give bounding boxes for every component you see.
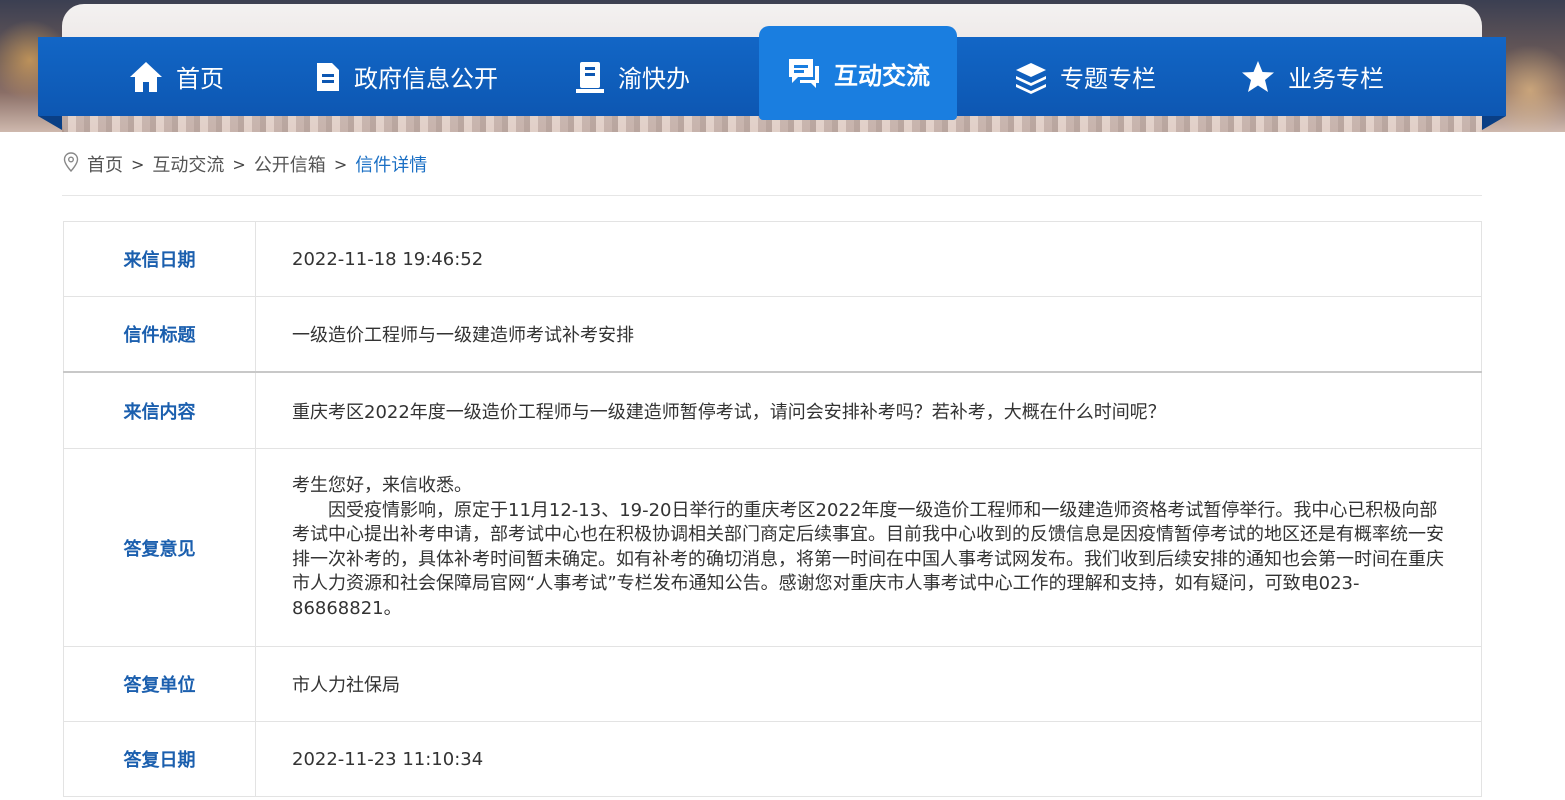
letter-title-label: 信件标题 <box>63 296 256 373</box>
letter-date-value: 2022-11-18 19:46:52 <box>255 221 1482 297</box>
table-row: 答复日期 2022-11-23 11:10:34 <box>63 721 1482 797</box>
table-row: 来信内容 重庆考区2022年度一级造价工程师与一级建造师暂停考试，请问会安排补考… <box>63 371 1482 449</box>
nav-item-yukuaiban[interactable]: 渝快办 <box>574 37 690 116</box>
nav-fold-right <box>1482 116 1506 130</box>
breadcrumb-home[interactable]: 首页 <box>87 151 123 177</box>
nav-label: 渝快办 <box>618 65 690 93</box>
reply-body: 因受疫情影响，原定于11月12-13、19-20日举行的重庆考区2022年度一级… <box>292 499 1444 619</box>
nav-label: 首页 <box>176 65 224 93</box>
reply-unit-label: 答复单位 <box>63 646 256 722</box>
reply-greeting: 考生您好，来信收悉。 <box>292 475 472 496</box>
breadcrumb-separator: > <box>232 154 246 174</box>
layers-icon <box>1014 60 1048 94</box>
nav-label: 业务专栏 <box>1288 65 1384 93</box>
letter-detail-table: 来信日期 2022-11-18 19:46:52 信件标题 一级造价工程师与一级… <box>63 221 1482 797</box>
nav-fold-left <box>38 116 62 130</box>
nav-item-home[interactable]: 首页 <box>128 37 224 116</box>
home-icon <box>128 59 164 95</box>
table-row: 答复意见 考生您好，来信收悉。 因受疫情影响，原定于11月12-13、19-20… <box>63 448 1482 647</box>
reply-date-value: 2022-11-23 11:10:34 <box>255 721 1482 797</box>
reply-label: 答复意见 <box>63 448 256 647</box>
divider <box>62 195 1482 196</box>
letter-date-label: 来信日期 <box>63 221 256 297</box>
breadcrumb-public-mailbox[interactable]: 公开信箱 <box>254 151 326 177</box>
nav-label: 互动交流 <box>834 61 930 90</box>
table-row: 来信日期 2022-11-18 19:46:52 <box>63 221 1482 297</box>
letter-title-value: 一级造价工程师与一级建造师考试补考安排 <box>255 296 1482 373</box>
letter-content-label: 来信内容 <box>63 371 256 449</box>
breadcrumb-separator: > <box>333 154 348 174</box>
breadcrumb-separator: > <box>131 154 145 174</box>
reply-unit-value: 市人力社保局 <box>255 646 1482 722</box>
document-icon <box>314 61 342 93</box>
nav-item-gov-info[interactable]: 政府信息公开 <box>314 37 498 116</box>
main-nav: 首页 政府信息公开 渝快办 互动交流 专题专栏 业务专栏 <box>38 26 1506 120</box>
breadcrumb-interaction[interactable]: 互动交流 <box>152 151 224 177</box>
nav-item-business[interactable]: 业务专栏 <box>1240 37 1384 116</box>
nav-label: 政府信息公开 <box>354 65 498 93</box>
book-icon <box>574 60 606 94</box>
nav-item-interaction[interactable]: 互动交流 <box>759 26 957 120</box>
table-row: 信件标题 一级造价工程师与一级建造师考试补考安排 <box>63 296 1482 373</box>
reply-date-label: 答复日期 <box>63 721 256 797</box>
nav-label: 专题专栏 <box>1060 65 1156 93</box>
breadcrumb: 首页 > 互动交流 > 公开信箱 > 信件详情 <box>63 150 427 178</box>
letter-content-value: 重庆考区2022年度一级造价工程师与一级建造师暂停考试，请问会安排补考吗？若补考… <box>255 371 1482 449</box>
reply-value: 考生您好，来信收悉。 因受疫情影响，原定于11月12-13、19-20日举行的重… <box>255 448 1482 647</box>
breadcrumb-current: 信件详情 <box>355 155 428 176</box>
chat-icon <box>786 56 822 90</box>
star-icon <box>1240 60 1276 94</box>
location-pin-icon <box>63 151 79 177</box>
table-row: 答复单位 市人力社保局 <box>63 646 1482 722</box>
nav-item-topics[interactable]: 专题专栏 <box>1014 37 1156 116</box>
